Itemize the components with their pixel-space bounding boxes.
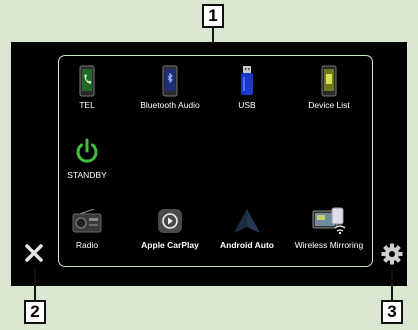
source-label: TEL — [79, 100, 95, 110]
source-tel[interactable]: TEL — [49, 62, 125, 114]
apple-carplay-icon — [132, 202, 208, 240]
source-label: Device List — [308, 100, 350, 110]
source-android-auto[interactable]: Android Auto — [209, 202, 285, 254]
callout-3-leader — [391, 268, 393, 300]
bluetooth-phone-icon — [132, 62, 208, 100]
source-select-screen: TEL Bluetooth Audio USB Device List STAN… — [11, 42, 407, 286]
android-auto-icon — [209, 202, 285, 240]
radio-icon — [49, 202, 125, 240]
usb-drive-icon — [209, 62, 285, 100]
callout-3: 3 — [381, 300, 403, 324]
source-wireless-mirroring[interactable]: Wireless Mirroring — [291, 202, 367, 254]
gear-icon[interactable] — [381, 243, 403, 265]
source-bluetooth-audio[interactable]: Bluetooth Audio — [132, 62, 208, 114]
callout-2-leader — [34, 268, 36, 300]
callout-2: 2 — [24, 300, 46, 324]
source-usb[interactable]: USB — [209, 62, 285, 114]
close-icon[interactable] — [23, 242, 45, 264]
power-icon — [49, 132, 125, 170]
device-list-icon — [291, 62, 367, 100]
phone-icon — [49, 62, 125, 100]
source-radio[interactable]: Radio — [49, 202, 125, 254]
source-label: Radio — [75, 240, 99, 250]
source-label: Wireless Mirroring — [294, 240, 364, 250]
callout-1: 1 — [202, 4, 224, 28]
source-standby[interactable]: STANDBY — [49, 132, 125, 184]
source-device-list[interactable]: Device List — [291, 62, 367, 114]
wireless-mirroring-icon — [291, 202, 367, 240]
source-label: STANDBY — [67, 170, 107, 180]
source-apple-carplay[interactable]: Apple CarPlay — [132, 202, 208, 254]
